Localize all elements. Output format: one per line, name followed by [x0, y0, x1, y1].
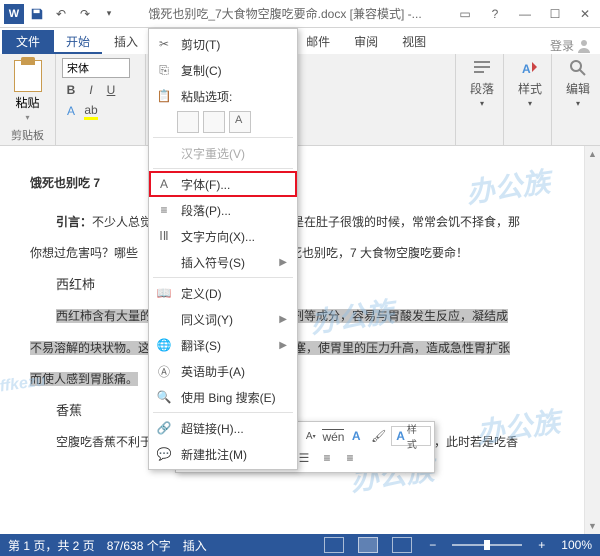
highlight-icon[interactable]: ab: [82, 102, 100, 120]
assistant-icon: Ⓐ: [155, 362, 173, 380]
editing-button[interactable]: 编辑▾: [558, 58, 598, 108]
paste-merge-formatting[interactable]: [203, 111, 225, 133]
scroll-up-icon[interactable]: ▲: [585, 146, 600, 162]
mini-numbering-icon[interactable]: ≡: [317, 448, 337, 468]
menu-define[interactable]: 📖定义(D): [149, 280, 297, 306]
login-button[interactable]: 登录: [550, 37, 592, 54]
styles-button[interactable]: A 样式▾: [510, 58, 550, 108]
menu-hyperlink[interactable]: 🔗超链接(H)...: [149, 415, 297, 441]
document-area[interactable]: 饿死也别吃 7命 引言：不少人总觉其是在肚子很饿的时候，常常会饥不择食，那 你想…: [0, 146, 600, 534]
paste-text-only[interactable]: A: [229, 111, 251, 133]
font-name-box[interactable]: 宋体: [62, 58, 130, 78]
shrink-font-icon[interactable]: A▾: [301, 426, 320, 446]
tab-view[interactable]: 视图: [390, 30, 438, 54]
menu-english-assistant[interactable]: Ⓐ英语助手(A): [149, 358, 297, 384]
book-icon: 📖: [155, 284, 173, 302]
doc-intro: 引言：不少人总觉其是在肚子很饿的时候，常常会饥不择食，那: [30, 210, 580, 234]
context-menu: ✂剪切(T) ⎘复制(C) 📋粘贴选项: A 汉字重选(V) A字体(F)...…: [148, 28, 298, 470]
mini-center-icon[interactable]: ≡: [340, 448, 360, 468]
doc-line: 而使人感到胃胀痛。: [30, 367, 580, 391]
help-icon[interactable]: ?: [480, 2, 510, 26]
maximize-icon[interactable]: ☐: [540, 2, 570, 26]
mini-text-effects-icon[interactable]: A: [346, 426, 365, 446]
menu-paste-options-label: 📋粘贴选项:: [149, 83, 297, 109]
minimize-icon[interactable]: —: [510, 2, 540, 26]
qat-undo-icon[interactable]: ↶: [50, 3, 72, 25]
zoom-slider[interactable]: [452, 544, 522, 546]
ribbon-options-icon[interactable]: ▭: [450, 2, 480, 26]
menu-chinese-relayout: 汉字重选(V): [149, 140, 297, 166]
menu-cut[interactable]: ✂剪切(T): [149, 31, 297, 57]
status-bar: 第 1 页，共 2 页 87/638 个字 插入 − + 100%: [0, 534, 600, 556]
menu-text-direction[interactable]: ⅠⅡ文字方向(X)...: [149, 223, 297, 249]
zoom-out-button[interactable]: −: [429, 538, 436, 552]
tab-insert[interactable]: 插入: [102, 30, 150, 54]
menu-new-comment[interactable]: 💬新建批注(M): [149, 441, 297, 467]
vertical-scrollbar[interactable]: ▲ ▼: [584, 146, 600, 534]
translate-icon: 🌐: [155, 336, 173, 354]
close-icon[interactable]: ✕: [570, 2, 600, 26]
paragraph-button[interactable]: 段落▾: [462, 58, 502, 108]
scroll-down-icon[interactable]: ▼: [585, 518, 600, 534]
qat-customize-icon[interactable]: ▾: [98, 3, 120, 25]
read-mode-icon[interactable]: [324, 537, 344, 553]
italic-button[interactable]: I: [82, 81, 100, 99]
mini-styles-button[interactable]: A样式: [391, 426, 431, 446]
paste-label: 粘贴: [15, 94, 39, 111]
paste-button[interactable]: 粘贴 ▾: [6, 58, 49, 124]
status-insert-mode[interactable]: 插入: [183, 537, 207, 554]
comment-icon: 💬: [155, 445, 173, 463]
font-icon: A: [155, 175, 173, 193]
phonetic-guide-icon[interactable]: wén: [323, 426, 343, 446]
subheading-2: 香蕉: [56, 399, 580, 422]
menu-copy[interactable]: ⎘复制(C): [149, 57, 297, 83]
clipboard-icon: [14, 60, 42, 92]
menu-font[interactable]: A字体(F)...: [149, 171, 297, 197]
paste-keep-formatting[interactable]: [177, 111, 199, 133]
menu-synonyms[interactable]: 同义词(Y)▶: [149, 306, 297, 332]
zoom-in-button[interactable]: +: [538, 538, 545, 552]
web-layout-icon[interactable]: [392, 537, 412, 553]
print-layout-icon[interactable]: [358, 537, 378, 553]
word-app-icon: W: [4, 4, 24, 24]
svg-text:A: A: [522, 62, 531, 76]
tab-review[interactable]: 审阅: [342, 30, 390, 54]
submenu-arrow-icon: ▶: [279, 340, 287, 351]
format-painter-icon[interactable]: 🖌: [369, 426, 388, 446]
clipboard-icon: 📋: [155, 87, 173, 105]
qat-redo-icon[interactable]: ↷: [74, 3, 96, 25]
subheading-1: 西红柿: [56, 273, 580, 296]
text-direction-icon: ⅠⅡ: [155, 227, 173, 245]
doc-line: 不易溶解的块状物。这门堵塞，使胃里的压力升高，造成急性胃扩张: [30, 336, 580, 360]
bold-button[interactable]: B: [62, 81, 80, 99]
underline-button[interactable]: U: [102, 81, 120, 99]
window-title: 饿死也别吃_7大食物空腹吃要命.docx [兼容模式] -...: [120, 5, 450, 22]
tab-file[interactable]: 文件: [2, 30, 54, 54]
status-word-count[interactable]: 87/638 个字: [107, 537, 171, 554]
submenu-arrow-icon: ▶: [279, 314, 287, 325]
menu-insert-symbol[interactable]: 插入符号(S)▶: [149, 249, 297, 275]
submenu-arrow-icon: ▶: [279, 257, 287, 268]
text-effects-icon[interactable]: A: [62, 102, 80, 120]
menu-translate[interactable]: 🌐翻译(S)▶: [149, 332, 297, 358]
heading-1: 饿死也别吃 7命: [30, 160, 580, 200]
tab-home[interactable]: 开始: [54, 30, 102, 54]
menu-bing-search[interactable]: 🔍使用 Bing 搜索(E): [149, 384, 297, 410]
menu-paragraph[interactable]: ≡段落(P)...: [149, 197, 297, 223]
paragraph-icon: ≡: [155, 201, 173, 219]
link-icon: 🔗: [155, 419, 173, 437]
copy-icon: ⎘: [155, 61, 173, 79]
scissors-icon: ✂: [155, 35, 173, 53]
doc-paragraph: 西红柿含有大量的软剂等成分，容易与胃酸发生反应，凝结成: [30, 304, 580, 328]
search-icon: 🔍: [155, 388, 173, 406]
zoom-level[interactable]: 100%: [561, 538, 592, 552]
clipboard-group-label: 剪贴板: [0, 127, 55, 143]
qat-save-icon[interactable]: [26, 3, 48, 25]
status-page[interactable]: 第 1 页，共 2 页: [8, 537, 95, 554]
doc-line: 你想过危害吗？哪些，饿死也别吃，7 大食物空腹吃要命！: [30, 241, 580, 265]
tab-mailings[interactable]: 邮件: [294, 30, 342, 54]
